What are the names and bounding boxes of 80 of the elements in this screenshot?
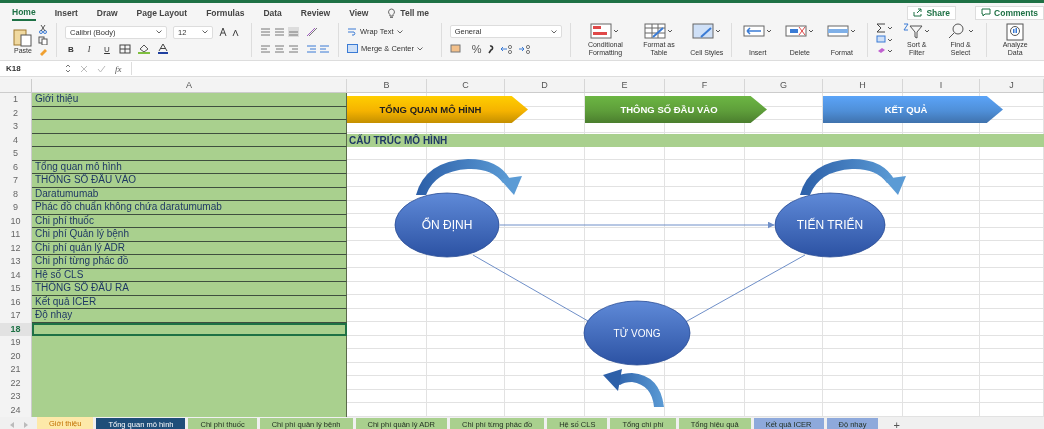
table-cell: THÔNG SỐ ĐẦU RA [32, 282, 347, 296]
column-header[interactable]: C [427, 79, 505, 93]
row-header[interactable]: 21 [0, 363, 32, 377]
comments-button[interactable]: Comments [975, 5, 1044, 20]
table-cell: Chi phí từng phác đồ [32, 255, 347, 269]
comma-style-icon[interactable] [487, 43, 496, 54]
table-cell: Độ nhạy [32, 309, 347, 323]
scissors-icon[interactable] [38, 24, 48, 34]
borders-icon[interactable] [119, 44, 131, 55]
caret-icon [550, 29, 557, 34]
analyze-data-icon [1006, 23, 1025, 41]
row-header[interactable]: 5 [0, 147, 32, 161]
table-cell: THÔNG SỐ ĐẦU VÀO [32, 174, 347, 188]
delete-cells-icon [784, 23, 815, 39]
menu-tab[interactable]: Formulas [206, 5, 245, 20]
column-header[interactable]: G [745, 79, 823, 93]
column-header[interactable]: A [32, 79, 347, 93]
sort-filter-icon [901, 23, 932, 39]
caret-icon [202, 30, 208, 35]
insert-cells-icon [742, 23, 773, 39]
row-header[interactable]: 11 [0, 228, 32, 242]
fill-color-icon[interactable] [137, 44, 151, 55]
table-cell: Chi phí Quản lý bệnh [32, 228, 347, 242]
font-color-icon[interactable] [157, 44, 169, 55]
tell-me-search[interactable]: Tell me [387, 7, 429, 18]
loop-arrow [603, 369, 664, 407]
underline-button[interactable]: U [101, 44, 113, 54]
caret-icon [416, 46, 423, 51]
comment-icon [981, 8, 992, 17]
table-format-icon [643, 23, 674, 39]
state-node: TỬ VONG [583, 300, 691, 366]
lightbulb-icon [387, 7, 397, 18]
add-sheet-button[interactable]: + [885, 418, 908, 429]
stepper-icon[interactable] [65, 64, 71, 73]
menu-tab[interactable]: Draw [96, 5, 118, 20]
table-cell: Giới thiệu [32, 93, 347, 107]
column-header[interactable]: E [585, 79, 665, 93]
menu-tab[interactable]: Page Layout [136, 5, 188, 20]
clipboard-icon [12, 26, 34, 47]
column-header[interactable]: B [347, 79, 427, 93]
share-icon [913, 8, 924, 17]
menu-tab[interactable]: View [349, 5, 369, 20]
column-header[interactable]: F [665, 79, 745, 93]
vertical-align-icon[interactable] [260, 26, 300, 37]
column-header[interactable]: I [903, 79, 980, 93]
decimal-icon[interactable] [501, 43, 532, 54]
row-header[interactable]: 7 [0, 174, 32, 188]
format-cells-icon [826, 23, 857, 39]
caret-icon [396, 29, 403, 34]
percent-button[interactable]: % [471, 42, 482, 55]
column-header[interactable]: H [823, 79, 903, 93]
share-button[interactable]: Share [907, 5, 957, 20]
function-button[interactable]: fx [115, 63, 122, 74]
column-header[interactable]: D [505, 79, 585, 93]
row-header[interactable]: 23 [0, 390, 32, 404]
italic-button[interactable]: I [83, 44, 95, 54]
menu-tab[interactable]: Review [300, 5, 331, 20]
check-icon[interactable] [97, 64, 106, 73]
cell-styles-icon [691, 23, 722, 39]
merge-icon [347, 44, 358, 53]
column-header[interactable]: J [980, 79, 1044, 93]
caret-icon [156, 30, 162, 35]
conditional-format-icon [590, 23, 621, 39]
brush-icon[interactable] [38, 46, 48, 56]
menu-tab[interactable]: Home [12, 4, 36, 21]
row-header[interactable]: 9 [0, 201, 32, 215]
name-box[interactable]: K18 [6, 64, 56, 73]
menu-tab[interactable]: Insert [54, 5, 78, 20]
wrap-icon [347, 27, 357, 36]
copy-icon[interactable] [38, 35, 48, 45]
row-header[interactable]: 1 [0, 93, 32, 107]
menu-tab[interactable]: Data [263, 5, 282, 20]
row-header[interactable]: 15 [0, 282, 32, 296]
row-header[interactable]: 3 [0, 120, 32, 134]
row-header[interactable]: 13 [0, 255, 32, 269]
bold-button[interactable]: B [65, 44, 77, 54]
table-cell: Phác đồ chuẩn không chứa daratumumab [32, 201, 347, 215]
row-header[interactable]: 19 [0, 336, 32, 350]
row-header[interactable]: 17 [0, 309, 32, 323]
section-title: CẤU TRÚC MÔ HÌNH [347, 133, 1044, 147]
